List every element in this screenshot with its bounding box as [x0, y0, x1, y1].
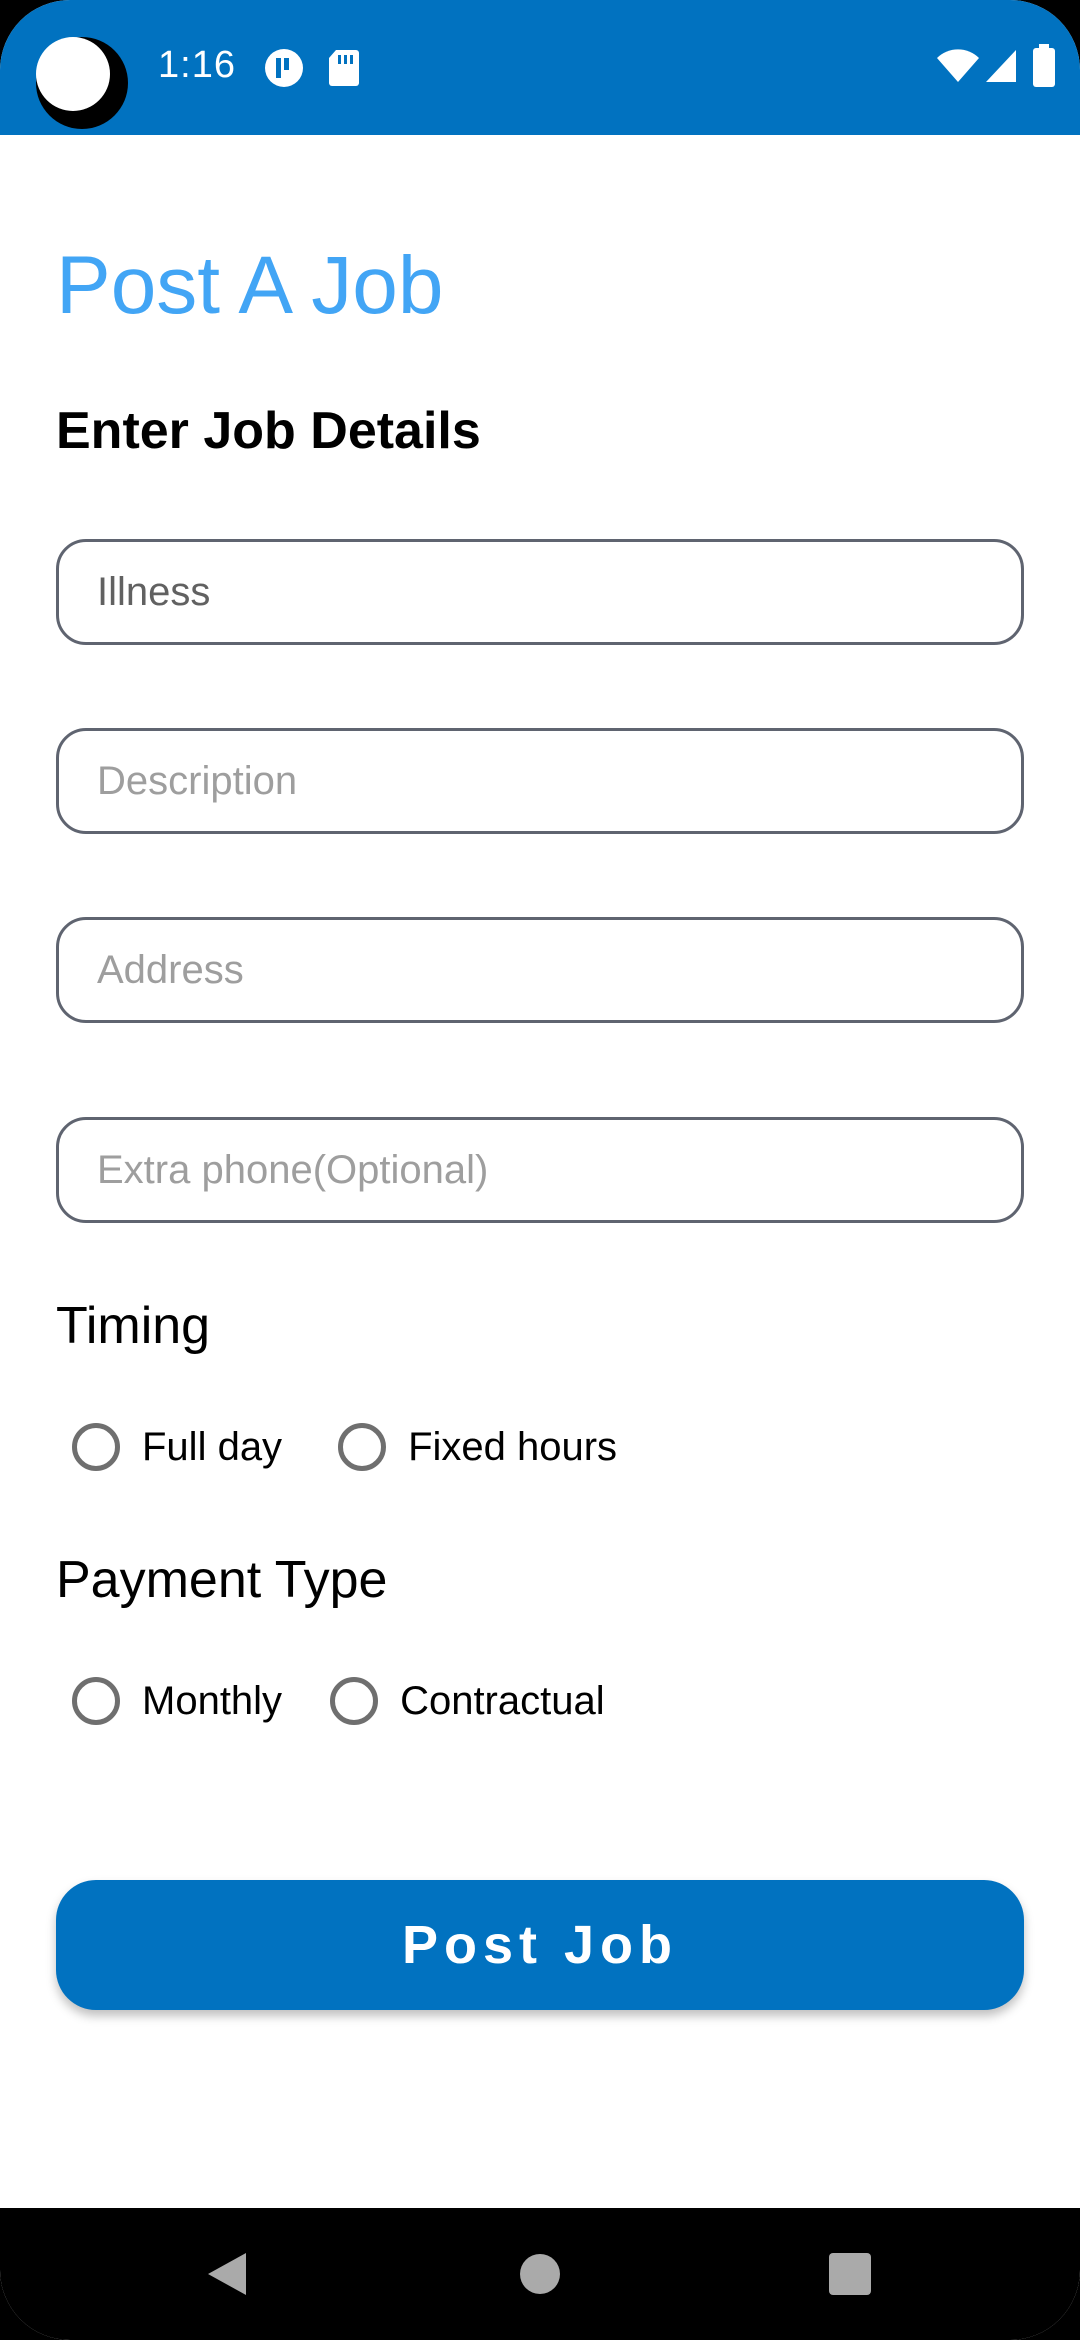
address-field-container [56, 917, 1024, 1023]
post-job-button[interactable]: Post Job [56, 1880, 1024, 2010]
page-title: Post A Job [56, 240, 444, 331]
radio-label: Contractual [400, 1678, 605, 1723]
description-field-container [56, 728, 1024, 834]
camera-cutout [36, 37, 128, 129]
extra-phone-field-container [56, 1117, 1024, 1223]
wifi-icon [936, 48, 980, 89]
screen: 1:16 Post A Job Enter Job Details Illnes… [0, 0, 1080, 2340]
description-input[interactable] [59, 731, 1021, 831]
home-icon[interactable] [480, 2208, 600, 2340]
payment-radio-group: Monthly Contractual [72, 1671, 605, 1731]
radio-label: Full day [142, 1424, 283, 1469]
status-time: 1:16 [158, 44, 236, 86]
back-icon[interactable] [166, 2208, 286, 2340]
payment-type-label: Payment Type [56, 1551, 388, 1609]
radio-unchecked-icon[interactable] [330, 1677, 379, 1725]
radio-label: Monthly [142, 1678, 283, 1723]
section-heading: Enter Job Details [56, 402, 481, 460]
radio-unchecked-icon[interactable] [338, 1423, 387, 1471]
notification-p-icon [264, 48, 304, 93]
sd-card-icon [328, 48, 360, 93]
status-bar: 1:16 [0, 0, 1080, 135]
timing-label: Timing [56, 1297, 211, 1355]
battery-icon [1032, 44, 1056, 93]
payment-option-monthly[interactable]: Monthly [72, 1677, 282, 1725]
timing-radio-group: Full day Fixed hours [72, 1417, 617, 1477]
payment-option-contractual[interactable]: Contractual [330, 1677, 605, 1725]
illness-field-container [56, 539, 1024, 645]
recents-icon[interactable] [790, 2208, 910, 2340]
timing-option-full-day[interactable]: Full day [72, 1423, 282, 1471]
navigation-bar [0, 2208, 1080, 2340]
radio-unchecked-icon[interactable] [72, 1423, 120, 1471]
address-input[interactable] [59, 920, 1021, 1020]
extra-phone-input[interactable] [59, 1120, 1021, 1220]
cell-signal-icon [984, 48, 1018, 89]
radio-unchecked-icon[interactable] [72, 1677, 120, 1725]
radio-label: Fixed hours [408, 1424, 618, 1469]
illness-input[interactable] [59, 542, 1021, 642]
timing-option-fixed-hours[interactable]: Fixed hours [338, 1423, 617, 1471]
